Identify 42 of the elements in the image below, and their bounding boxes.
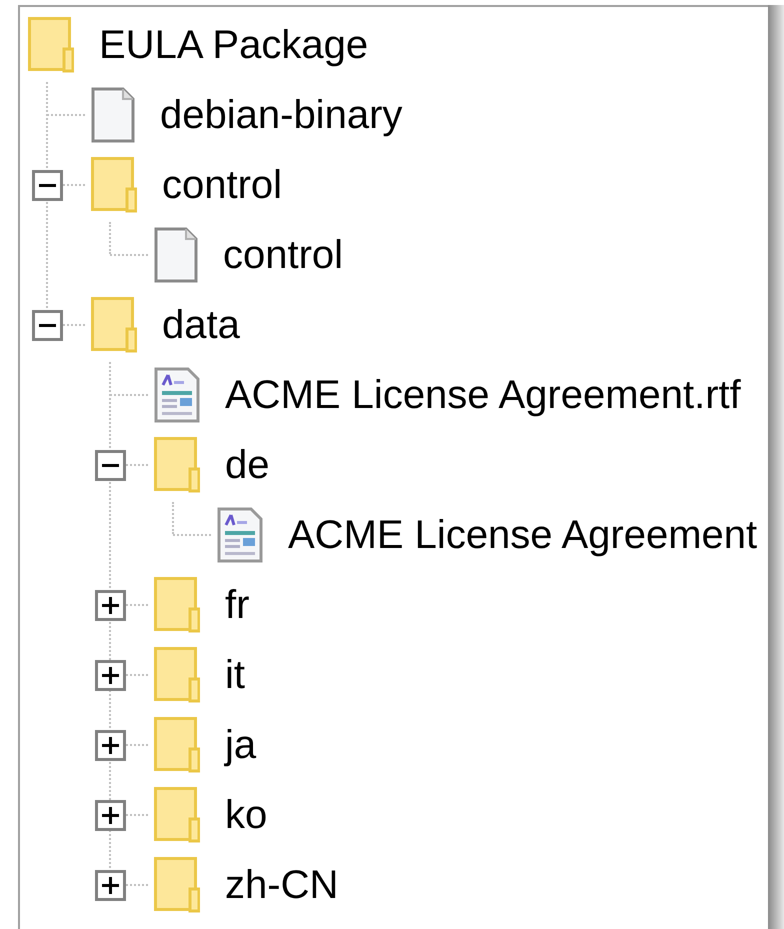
tree-item-label[interactable]: control	[162, 161, 282, 209]
file-icon	[154, 227, 198, 283]
expand-button[interactable]	[95, 660, 126, 691]
expand-button[interactable]	[95, 730, 126, 761]
expand-button[interactable]	[95, 870, 126, 901]
folder-icon	[154, 787, 200, 843]
plus-icon	[102, 597, 119, 614]
document-icon	[217, 507, 263, 563]
plus-icon	[102, 667, 119, 684]
tree-item-label[interactable]: ja	[225, 721, 256, 769]
folder-icon	[28, 17, 74, 73]
folder-icon	[154, 857, 200, 913]
collapse-button[interactable]	[32, 310, 63, 341]
tree-item-label[interactable]: ACME License Agreement	[288, 511, 758, 559]
tree-item-label[interactable]: fr	[225, 581, 250, 629]
folder-icon	[154, 437, 200, 493]
tree-item-label[interactable]: zh-CN	[225, 861, 338, 909]
tree-item-label[interactable]: ACME License Agreement.rtf	[225, 371, 741, 419]
collapse-button[interactable]	[32, 170, 63, 201]
plus-icon	[102, 807, 119, 824]
folder-icon	[154, 647, 200, 703]
tree-item-label[interactable]: EULA Package	[99, 21, 368, 69]
folder-icon	[154, 717, 200, 773]
folder-icon	[91, 157, 137, 213]
minus-icon	[39, 324, 56, 327]
tree-item-label[interactable]: debian-binary	[160, 91, 402, 139]
tree-item-label[interactable]: ko	[225, 791, 268, 839]
document-icon	[154, 367, 200, 423]
minus-icon	[102, 464, 119, 467]
tree-item-label[interactable]: data	[162, 301, 240, 349]
folder-icon	[91, 297, 137, 353]
plus-icon	[102, 737, 119, 754]
tree-item-label[interactable]: de	[225, 441, 270, 489]
expand-button[interactable]	[95, 800, 126, 831]
file-icon	[91, 87, 135, 143]
expand-button[interactable]	[95, 590, 126, 621]
tree-item-label[interactable]: control	[223, 231, 344, 279]
tree-item-label[interactable]: it	[225, 651, 245, 699]
collapse-button[interactable]	[95, 450, 126, 481]
minus-icon	[39, 184, 56, 187]
folder-icon	[154, 577, 200, 633]
plus-icon	[102, 877, 119, 894]
